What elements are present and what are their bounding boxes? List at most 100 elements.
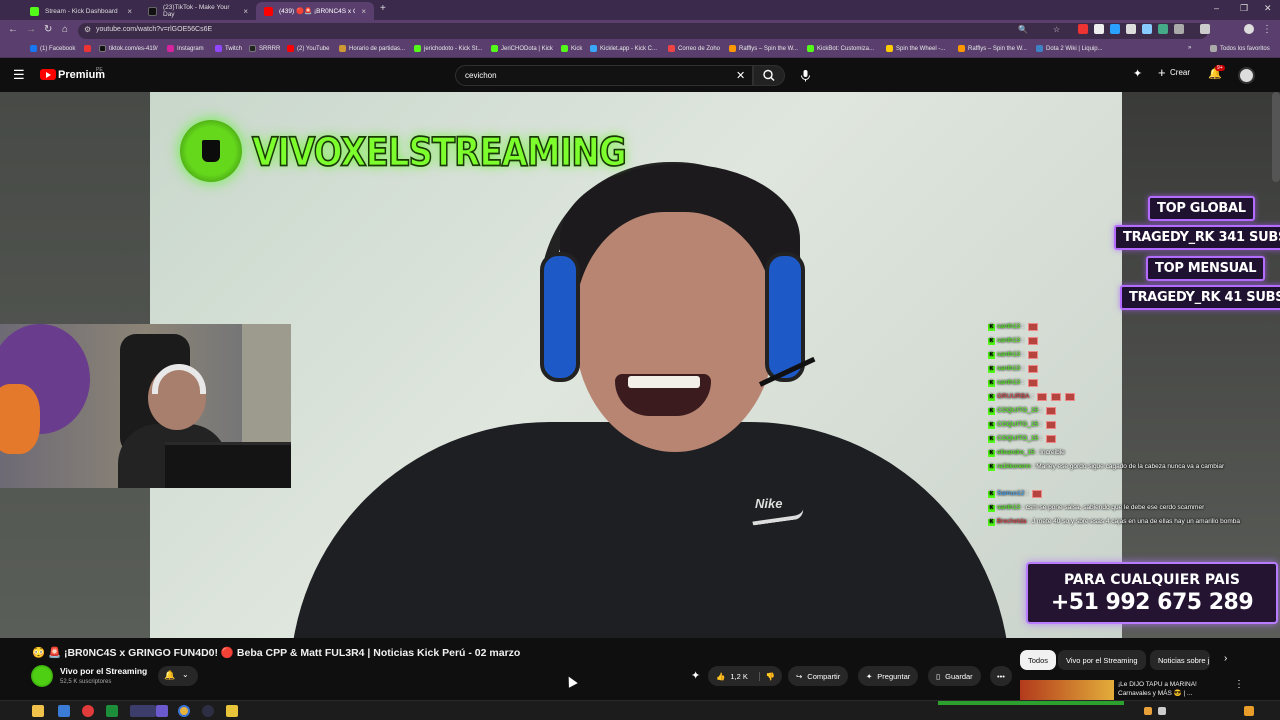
chat-text: :	[1031, 393, 1034, 400]
extension-icon[interactable]	[1094, 24, 1104, 34]
bookmark[interactable]	[84, 45, 91, 52]
chat-text: :	[1022, 337, 1024, 344]
chat-user: COQUITO_15	[997, 435, 1039, 442]
extension-icon[interactable]	[1078, 24, 1088, 34]
bookmark[interactable]: Kick	[561, 45, 582, 52]
bookmark[interactable]: SRRRR	[249, 45, 280, 52]
app-icon[interactable]	[106, 705, 118, 717]
page-scrollbar[interactable]	[1272, 92, 1280, 182]
bookmark[interactable]: Instagram	[167, 45, 204, 52]
recommended-thumbnail[interactable]	[1020, 680, 1114, 700]
extension-icon[interactable]	[1142, 24, 1152, 34]
bookmark[interactable]: jerichodoto - Kick St...	[414, 45, 482, 52]
bookmark[interactable]: KickBot: Customiza...	[807, 45, 874, 52]
app-icon[interactable]	[58, 705, 70, 717]
app-icon[interactable]	[202, 705, 214, 717]
bookmark[interactable]: Horario de partidas...	[339, 45, 405, 52]
like-count[interactable]: 1,2 K	[730, 672, 748, 681]
extension-icon[interactable]	[1126, 24, 1136, 34]
close-window-icon[interactable]: ✕	[1264, 3, 1272, 14]
recommended-menu-icon[interactable]: ⋮	[1234, 679, 1244, 690]
file-explorer-icon[interactable]	[32, 705, 44, 717]
bookmark[interactable]: (1) Facebook	[30, 45, 75, 52]
kick-extension-icon[interactable]: ✦	[691, 669, 700, 682]
site-info-icon[interactable]: ⚙	[84, 25, 91, 34]
bookmark[interactable]: Rafflys – Spin the W...	[729, 45, 798, 52]
extensions-puzzle-icon[interactable]	[1200, 24, 1210, 34]
like-icon[interactable]: 👍	[716, 672, 725, 681]
tray-icon[interactable]	[1144, 707, 1152, 715]
home-icon[interactable]: ⌂	[62, 24, 68, 35]
kick-icon	[491, 45, 498, 52]
url-field[interactable]: ⚙ youtube.com/watch?v=rlGOE56Cs6E 🔍 ☆	[78, 23, 1208, 39]
notification-tray-icon[interactable]	[1244, 706, 1254, 716]
chrome-icon[interactable]	[178, 705, 190, 717]
new-tab-button[interactable]: +	[380, 3, 386, 14]
dislike-icon[interactable]: 👎	[758, 671, 775, 681]
bookmark-star-icon[interactable]: ☆	[1053, 25, 1060, 34]
bookmark[interactable]: Twitch	[215, 45, 242, 52]
bookmark-label: Todos los favoritos	[1220, 45, 1270, 52]
video-player[interactable]: Nike VIVOXELSTREAMING TOP GLOBAL TRAGEDY…	[0, 92, 1280, 638]
save-button[interactable]: ▯ Guardar	[928, 666, 981, 686]
more-actions-button[interactable]: •••	[990, 666, 1012, 686]
bookmark[interactable]: Correo de Zoho	[668, 45, 720, 52]
bookmark[interactable]: Rafflys – Spin the W...	[958, 45, 1027, 52]
reload-icon[interactable]: ↻	[44, 24, 52, 35]
close-tab-icon[interactable]: ×	[243, 7, 248, 16]
create-button[interactable]: Crear	[1170, 68, 1190, 77]
rafflys-icon	[729, 45, 736, 52]
bookmark[interactable]: JeriCHODota | Kick	[491, 45, 553, 52]
discord-icon[interactable]	[156, 705, 168, 717]
chevron-right-icon[interactable]: ›	[1224, 653, 1227, 664]
extension-icon[interactable]	[1174, 24, 1184, 34]
all-bookmarks[interactable]: Todos los favoritos	[1210, 45, 1270, 52]
minimize-icon[interactable]: –	[1214, 3, 1219, 13]
chip-channel[interactable]: Vivo por el Streaming	[1058, 650, 1146, 670]
profile-icon[interactable]	[1244, 24, 1254, 34]
maximize-icon[interactable]: ❐	[1240, 3, 1248, 14]
close-tab-icon[interactable]: ×	[361, 7, 366, 16]
bookmark[interactable]: Kicklet.app - Kick C...	[590, 45, 657, 52]
app-icon[interactable]	[226, 705, 238, 717]
bookmark[interactable]: tiktok.com/es-419/	[99, 45, 158, 52]
recommended-title[interactable]: ¡Le DIJO TAPU a MARINA! Carnavales y MÁS…	[1118, 680, 1228, 698]
chip-all[interactable]: Todos	[1020, 650, 1057, 670]
account-avatar[interactable]	[1238, 67, 1255, 84]
more-bookmarks-icon[interactable]: »	[1188, 45, 1191, 51]
chat-user: santh13	[997, 504, 1021, 511]
chip-news[interactable]: Noticias sobre j	[1150, 650, 1210, 670]
channel-avatar[interactable]	[31, 665, 53, 687]
bookmark[interactable]: Dota 2 Wiki | Liquip...	[1036, 45, 1103, 52]
tray-icon[interactable]	[1158, 707, 1166, 715]
kick-badge-icon: K	[988, 379, 995, 387]
close-tab-icon[interactable]: ×	[127, 7, 132, 16]
browser-tab[interactable]: Stream - Kick Dashboard ×	[22, 2, 140, 20]
tab-title: (439) 🔴🚨 ¡BR0NC4S x GI	[279, 8, 356, 15]
extension-icon[interactable]	[1158, 24, 1168, 34]
browser-tab-active[interactable]: (439) 🔴🚨 ¡BR0NC4S x GI ×	[256, 2, 374, 20]
extension-icon[interactable]	[1110, 24, 1120, 34]
back-icon[interactable]: ←	[8, 24, 18, 35]
browser-menu-icon[interactable]: ⋮	[1262, 24, 1272, 35]
ask-button[interactable]: ✦ Preguntar	[858, 666, 919, 686]
search-button[interactable]	[753, 65, 785, 86]
zoom-icon[interactable]: 🔍	[1018, 25, 1028, 34]
channel-name[interactable]: Vivo por el Streaming	[60, 666, 147, 676]
kick-extension-icon[interactable]: ✦	[1133, 67, 1142, 80]
browser-tab[interactable]: (23)TikTok - Make Your Day ×	[140, 2, 256, 20]
youtube-logo-icon[interactable]	[40, 69, 56, 80]
share-button[interactable]: ↪ Compartir	[788, 666, 849, 686]
opera-icon[interactable]	[82, 705, 94, 717]
chat-message: K COQUITO_15:	[988, 405, 1056, 417]
menu-icon[interactable]: ☰	[13, 67, 25, 83]
subscribed-bell-button[interactable]: 🔔 ⌄	[158, 666, 198, 686]
clear-search-icon[interactable]: ✕	[736, 69, 745, 82]
obs-icon[interactable]	[130, 705, 156, 717]
microphone-icon[interactable]	[797, 67, 814, 84]
bookmark-label: (2) YouTube	[297, 45, 330, 52]
bookmark[interactable]: Spin the Wheel -...	[886, 45, 945, 52]
search-input[interactable]: cevichon ✕	[455, 65, 753, 86]
forward-icon[interactable]: →	[26, 24, 36, 35]
bookmark[interactable]: (2) YouTube	[287, 45, 329, 52]
